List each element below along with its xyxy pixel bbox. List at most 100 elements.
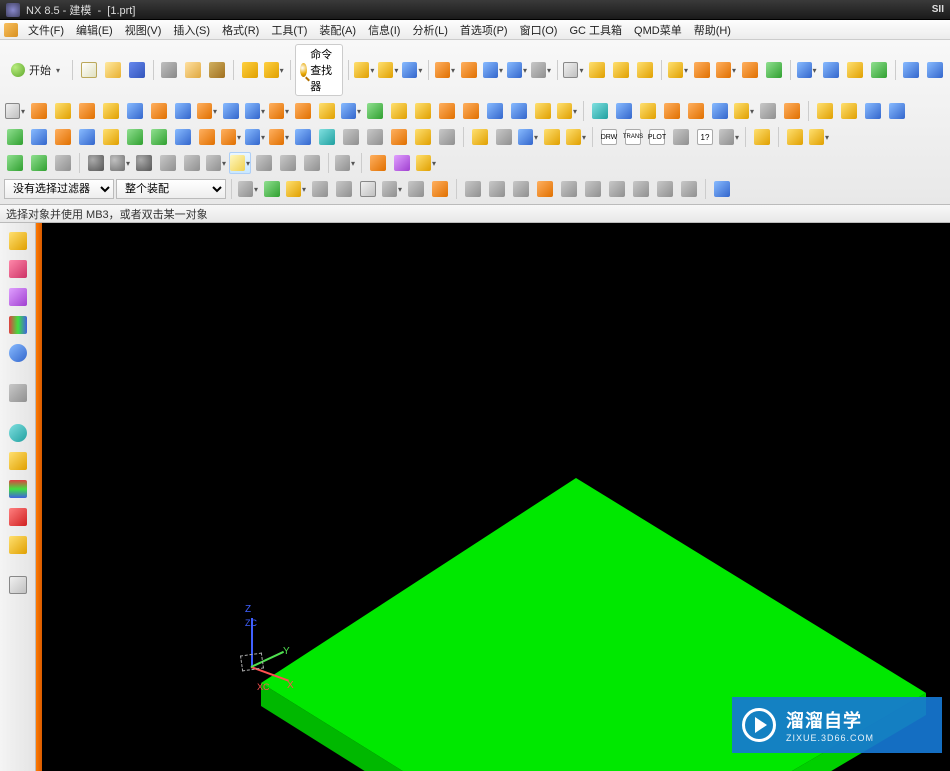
tool-a14[interactable] — [691, 59, 713, 81]
tool-b14[interactable] — [340, 100, 362, 122]
tool-a6[interactable] — [482, 59, 504, 81]
menu-view[interactable]: 视图(V) — [119, 20, 168, 40]
tool-b20[interactable] — [484, 100, 506, 122]
tool-c18[interactable] — [412, 126, 434, 148]
tool-e6[interactable] — [357, 178, 379, 200]
tool-c16[interactable] — [364, 126, 386, 148]
tool-b24[interactable] — [589, 100, 611, 122]
rail-assembly-navigator[interactable] — [6, 257, 30, 281]
tool-a1[interactable] — [353, 59, 375, 81]
tool-b19[interactable] — [460, 100, 482, 122]
snap-endpoint[interactable] — [462, 178, 484, 200]
tool-b27[interactable] — [661, 100, 683, 122]
undo-button[interactable] — [239, 59, 261, 81]
tool-c30[interactable] — [718, 126, 740, 148]
tool-b15[interactable] — [364, 100, 386, 122]
menu-analysis[interactable]: 分析(L) — [406, 20, 453, 40]
tool-b1[interactable] — [28, 100, 50, 122]
rail-roles[interactable] — [6, 505, 30, 529]
tool-b13[interactable] — [316, 100, 338, 122]
tool-c9[interactable] — [196, 126, 218, 148]
tool-e1[interactable] — [237, 178, 259, 200]
tool-b16[interactable] — [388, 100, 410, 122]
rail-history[interactable] — [6, 421, 30, 445]
menu-help[interactable]: 帮助(H) — [688, 20, 737, 40]
tool-a9[interactable] — [562, 59, 584, 81]
tool-c4[interactable] — [76, 126, 98, 148]
menu-edit[interactable]: 编辑(E) — [70, 20, 119, 40]
tool-b7[interactable] — [172, 100, 194, 122]
tool-a19[interactable] — [820, 59, 842, 81]
tool-d14[interactable] — [334, 152, 356, 174]
tool-e7[interactable] — [381, 178, 403, 200]
command-finder[interactable]: 命令查找器 — [295, 44, 343, 96]
tool-b18[interactable] — [436, 100, 458, 122]
tool-c2[interactable] — [28, 126, 50, 148]
rail-browser[interactable] — [6, 381, 30, 405]
tool-e3[interactable] — [285, 178, 307, 200]
tool-a16[interactable] — [739, 59, 761, 81]
tool-b22[interactable] — [532, 100, 554, 122]
paste-button[interactable] — [206, 59, 228, 81]
tool-b11[interactable] — [268, 100, 290, 122]
tool-d4[interactable] — [85, 152, 107, 174]
tool-b8[interactable] — [196, 100, 218, 122]
rail-process-studio[interactable] — [6, 449, 30, 473]
tool-d16[interactable] — [391, 152, 413, 174]
tool-b10[interactable] — [244, 100, 266, 122]
tool-b21[interactable] — [508, 100, 530, 122]
tool-c26[interactable]: TRANS — [622, 126, 644, 148]
tool-a4[interactable] — [434, 59, 456, 81]
menu-qmd[interactable]: QMD菜单 — [628, 20, 688, 40]
tool-b23[interactable] — [556, 100, 578, 122]
menu-format[interactable]: 格式(R) — [216, 20, 265, 40]
tool-c25[interactable]: DRW — [598, 126, 620, 148]
save-button[interactable] — [126, 59, 148, 81]
menu-assembly[interactable]: 装配(A) — [313, 20, 362, 40]
tool-c24[interactable] — [565, 126, 587, 148]
snap-point[interactable] — [582, 178, 604, 200]
tool-b2[interactable] — [52, 100, 74, 122]
menu-info[interactable]: 信息(I) — [362, 20, 406, 40]
tool-a15[interactable] — [715, 59, 737, 81]
tool-c1[interactable] — [4, 126, 26, 148]
rail-system[interactable] — [6, 533, 30, 557]
tool-a17[interactable] — [763, 59, 785, 81]
tool-d11[interactable] — [253, 152, 275, 174]
snap-perpendicular[interactable] — [630, 178, 652, 200]
tool-b26[interactable] — [637, 100, 659, 122]
rail-constraint-navigator[interactable] — [6, 285, 30, 309]
tool-a7[interactable] — [506, 59, 528, 81]
tool-c5[interactable] — [100, 126, 122, 148]
tool-b25[interactable] — [613, 100, 635, 122]
tool-b35[interactable] — [862, 100, 884, 122]
tool-b12[interactable] — [292, 100, 314, 122]
tool-c21[interactable] — [493, 126, 515, 148]
cut-button[interactable] — [158, 59, 180, 81]
rail-reuse-library[interactable] — [6, 313, 30, 337]
tool-e2[interactable] — [261, 178, 283, 200]
tool-c7[interactable] — [148, 126, 170, 148]
tool-b31[interactable] — [757, 100, 779, 122]
tool-c10[interactable] — [220, 126, 242, 148]
menu-gctoolbox[interactable]: GC 工具箱 — [563, 20, 628, 40]
tool-b34[interactable] — [838, 100, 860, 122]
tool-e5[interactable] — [333, 178, 355, 200]
tool-a18[interactable] — [796, 59, 818, 81]
tool-b9[interactable] — [220, 100, 242, 122]
tool-a11[interactable] — [610, 59, 632, 81]
tool-a10[interactable] — [586, 59, 608, 81]
tool-b32[interactable] — [781, 100, 803, 122]
snap-midpoint[interactable] — [486, 178, 508, 200]
tool-c29[interactable]: 1? — [694, 126, 716, 148]
tool-d5[interactable] — [109, 152, 131, 174]
tool-c3[interactable] — [52, 126, 74, 148]
tool-c23[interactable] — [541, 126, 563, 148]
viewport[interactable]: Z ZC Y XC X Z 正三轴测图 工作 摄像机 正三轴测图 溜溜自学 ZI… — [36, 223, 950, 771]
tool-b17[interactable] — [412, 100, 434, 122]
snap-intersection[interactable] — [534, 178, 556, 200]
rail-manufacturing[interactable] — [6, 477, 30, 501]
tool-e8[interactable] — [405, 178, 427, 200]
rail-hd3d[interactable] — [6, 341, 30, 365]
tool-a5[interactable] — [458, 59, 480, 81]
